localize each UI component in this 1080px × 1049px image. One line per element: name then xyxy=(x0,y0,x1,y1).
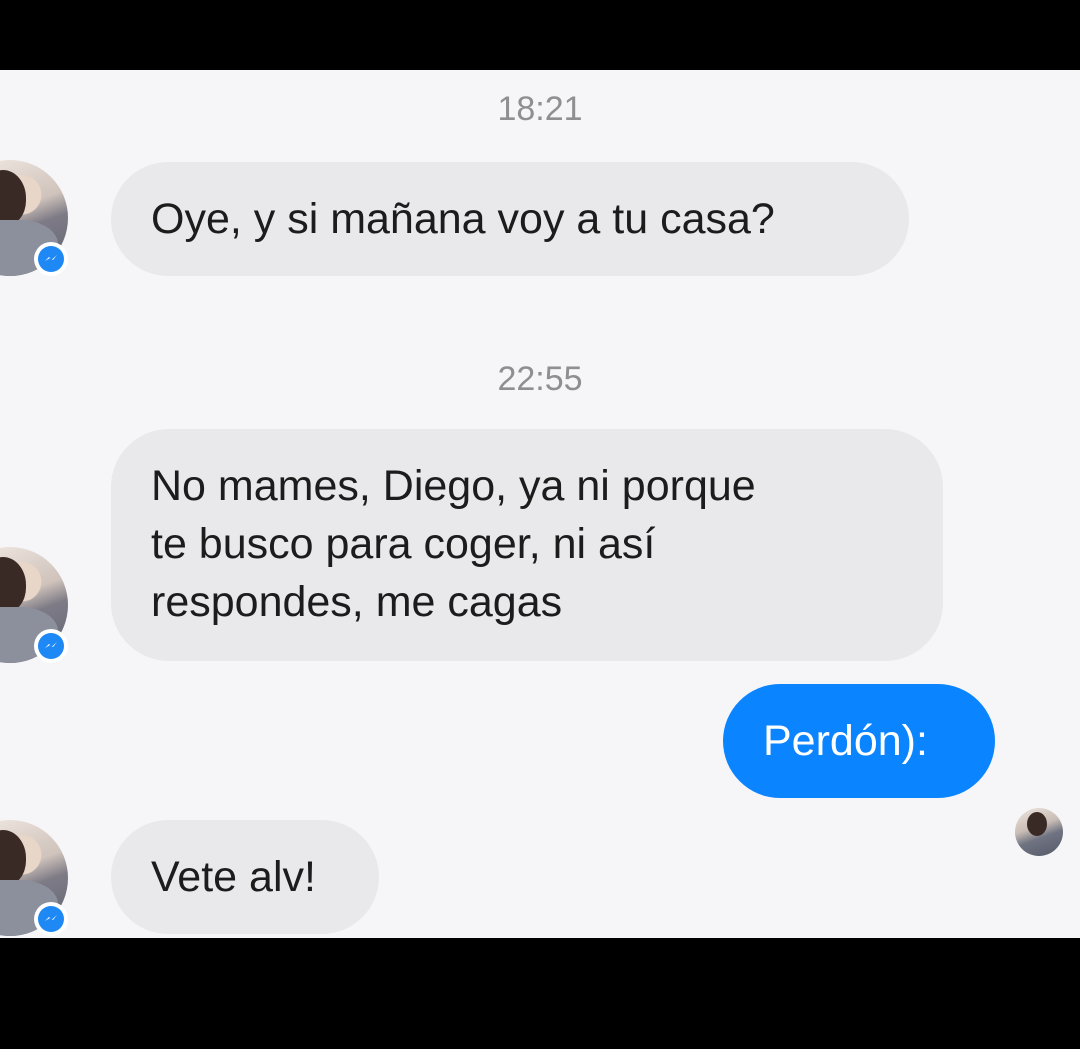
message-line: No mames, Diego, ya ni porque xyxy=(151,462,756,510)
timestamp: 22:55 xyxy=(497,360,583,398)
contact-avatar[interactable] xyxy=(0,820,68,936)
message-text: Vete alv! xyxy=(151,853,316,901)
message-text: Oye, y si mañana voy a tu casa? xyxy=(151,195,775,243)
chat-thread[interactable]: 18:21 Oye, y si mañana voy a tu casa? 22… xyxy=(0,70,1080,938)
messenger-icon xyxy=(34,902,68,936)
bottom-black-bar xyxy=(0,938,1080,1049)
contact-avatar[interactable] xyxy=(0,547,68,663)
timestamp: 18:21 xyxy=(497,90,583,128)
top-black-bar xyxy=(0,0,1080,70)
message-line: te busco para coger, ni así xyxy=(151,520,656,568)
message-text: Perdón): xyxy=(763,717,928,765)
read-receipt-avatar-icon xyxy=(1015,808,1063,856)
message-bubble-outgoing[interactable]: Perdón): xyxy=(723,684,995,798)
message-bubble-incoming[interactable]: Oye, y si mañana voy a tu casa? xyxy=(111,162,909,276)
message-bubble-incoming[interactable]: Vete alv! xyxy=(111,820,379,934)
message-line: respondes, me cagas xyxy=(151,578,563,626)
messenger-icon xyxy=(34,242,68,276)
contact-avatar[interactable] xyxy=(0,160,68,276)
message-bubble-incoming[interactable]: No mames, Diego, ya ni porque te busco p… xyxy=(111,429,943,661)
messenger-icon xyxy=(34,629,68,663)
